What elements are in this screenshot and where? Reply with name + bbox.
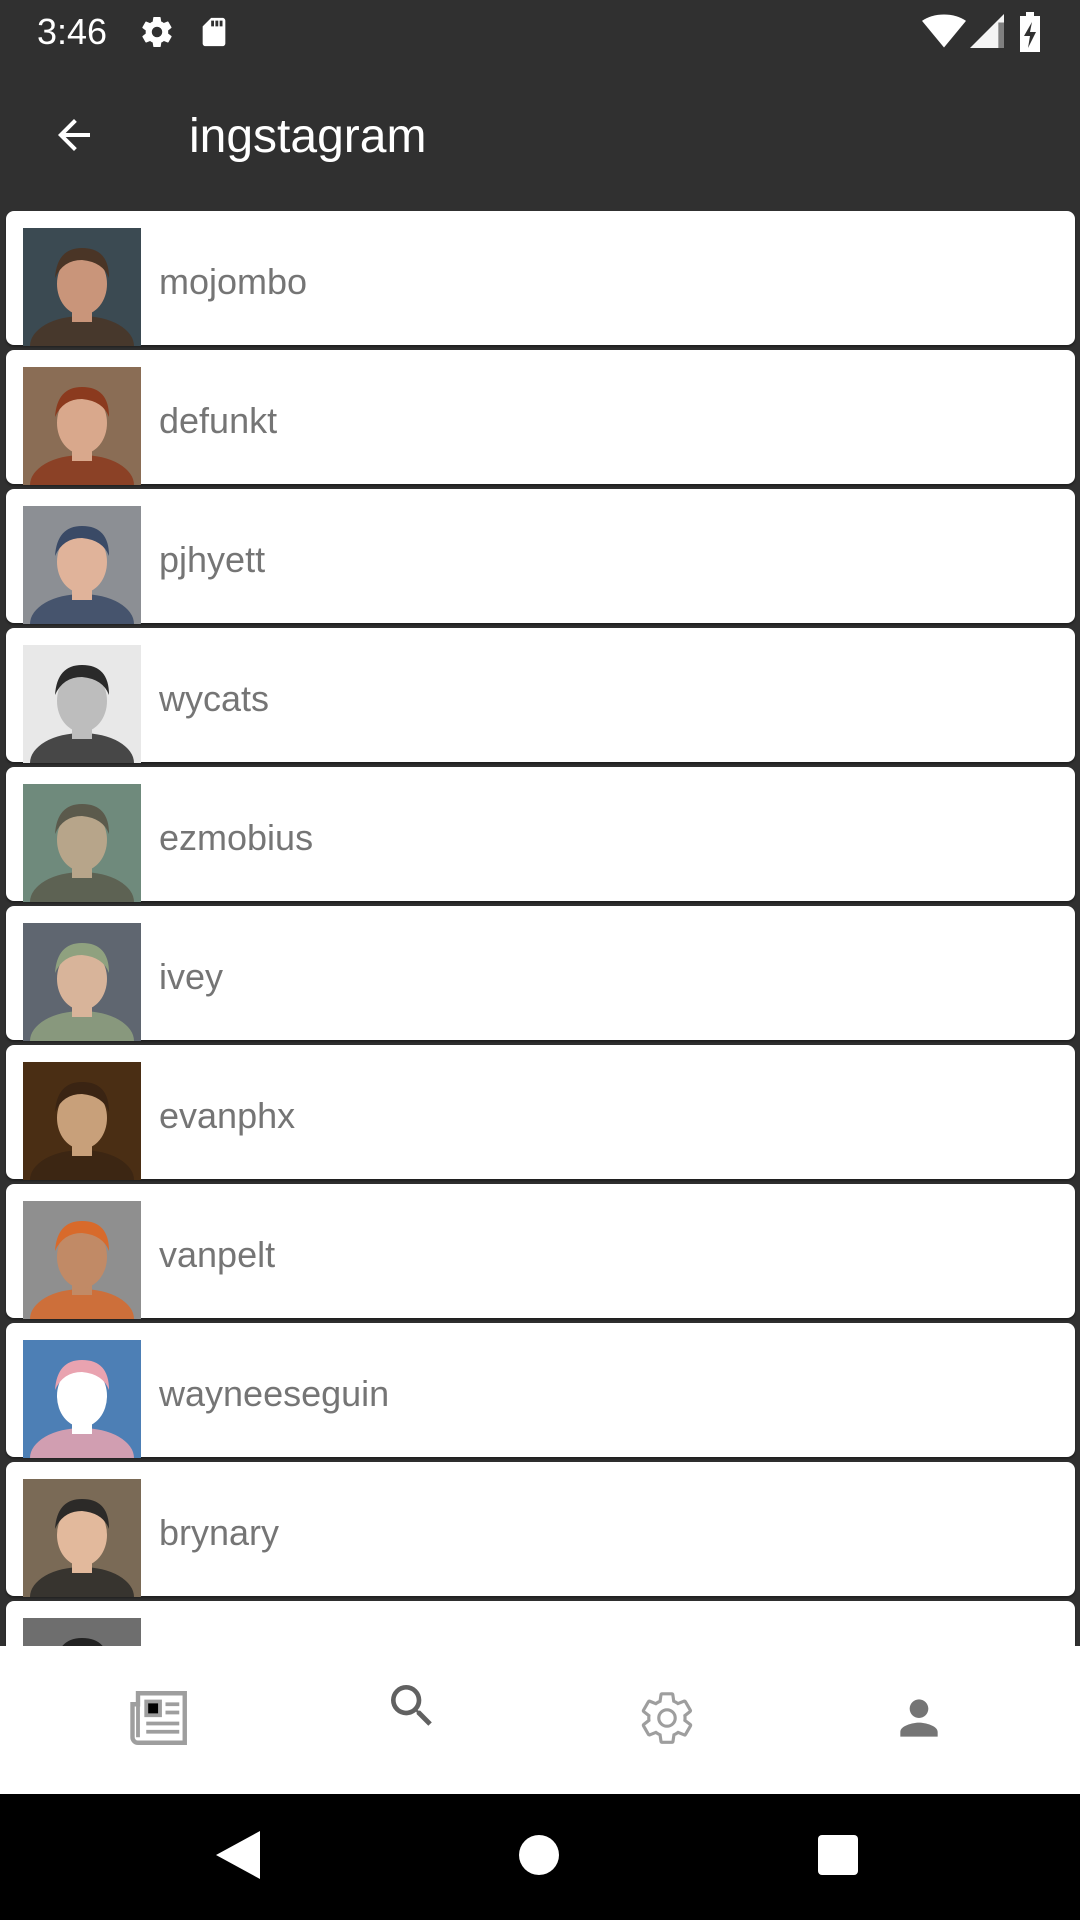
gear-icon (139, 14, 175, 55)
settings-gear-icon (638, 1689, 696, 1752)
status-bar: 3:46 (0, 0, 1080, 63)
signal-icon (970, 14, 1004, 53)
avatar (23, 1062, 141, 1180)
system-home-button[interactable] (506, 1824, 572, 1890)
nav-tab-settings[interactable] (532, 1646, 802, 1794)
username-label: vanpelt (159, 1234, 276, 1275)
username-label: brynary (159, 1512, 280, 1553)
nav-tab-feed[interactable] (25, 1646, 295, 1794)
user-list[interactable]: mojombo defunkt pjhyett wycats ezmobius ivey e… (0, 210, 1080, 1646)
avatar (23, 506, 141, 624)
avatar (23, 923, 141, 1041)
app-bar: ingstagram (0, 63, 1080, 210)
screen: 3:46 ingstagram mojombo defunkt pjhyett wyc… (0, 0, 1080, 1920)
person-icon (891, 1690, 947, 1751)
battery-charging-icon (1018, 12, 1042, 57)
username-label: wayneeseguin (159, 1373, 390, 1414)
user-list-item[interactable]: wayneeseguin (6, 1323, 1075, 1458)
avatar (23, 1340, 141, 1458)
nav-tab-profile[interactable] (784, 1646, 1054, 1794)
user-list-item[interactable]: mojombo (6, 211, 1075, 346)
username-label: ivey (159, 956, 224, 997)
avatar (23, 367, 141, 485)
back-triangle-icon (216, 1830, 260, 1884)
user-list-item[interactable]: defunkt (6, 350, 1075, 485)
search-icon (384, 1678, 440, 1739)
back-button[interactable] (40, 103, 108, 171)
user-list-item[interactable]: vanpelt (6, 1184, 1075, 1319)
user-list-item[interactable]: ezmobius (6, 767, 1075, 902)
user-list-item[interactable]: ivey (6, 906, 1075, 1041)
avatar (23, 1479, 141, 1597)
user-list-item[interactable]: brynary (6, 1462, 1075, 1597)
username-label: pjhyett (159, 539, 266, 580)
bottom-navigation (0, 1646, 1080, 1794)
username-label: mojombo (159, 261, 308, 302)
user-list-item[interactable]: evanphx (6, 1045, 1075, 1180)
system-navigation-bar (0, 1794, 1080, 1920)
username-label: ezmobius (159, 817, 314, 858)
sd-card-icon (197, 14, 231, 55)
newspaper-icon (127, 1685, 193, 1756)
system-back-button[interactable] (205, 1824, 271, 1890)
status-time: 3:46 (37, 11, 108, 52)
username-label: evanphx (159, 1095, 296, 1136)
page-title: ingstagram (189, 110, 427, 163)
user-list-item[interactable]: pjhyett (6, 489, 1075, 624)
wifi-icon (922, 14, 966, 53)
avatar (23, 1201, 141, 1319)
system-recents-button[interactable] (805, 1824, 871, 1890)
avatar (23, 645, 141, 763)
user-list-item[interactable]: wycats (6, 628, 1075, 763)
username-label: defunkt (159, 400, 278, 441)
arrow-back-icon (50, 111, 98, 164)
nav-tab-search[interactable] (277, 1634, 547, 1782)
home-circle-icon (519, 1834, 559, 1880)
avatar (23, 784, 141, 902)
username-label: wycats (159, 678, 270, 719)
avatar (23, 1618, 141, 1646)
recents-square-icon (818, 1834, 858, 1880)
avatar (23, 228, 141, 346)
